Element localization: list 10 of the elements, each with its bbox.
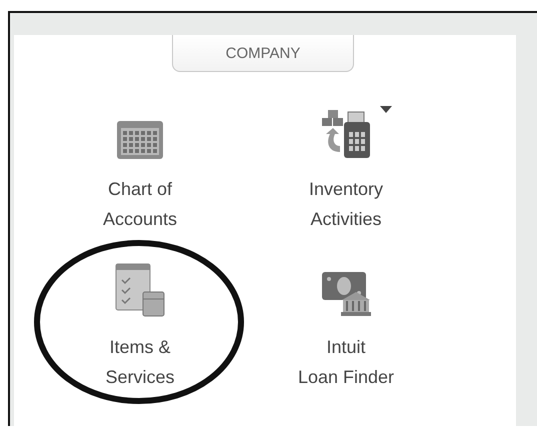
boxes-calculator-icon[interactable] (320, 108, 372, 160)
item-label[interactable]: Items & Services (105, 332, 175, 392)
caret-icon[interactable] (380, 106, 392, 113)
checklist-box-icon[interactable] (114, 262, 166, 318)
money-bank-icon[interactable] (320, 270, 372, 318)
ledger-grid-icon[interactable] (116, 120, 164, 160)
item-label[interactable]: Intuit Loan Finder (298, 332, 394, 392)
section-tab[interactable]: COMPANY (172, 35, 354, 72)
item-label[interactable]: Inventory Activities (308, 174, 384, 234)
item-label[interactable]: Chart of Accounts (102, 174, 178, 234)
